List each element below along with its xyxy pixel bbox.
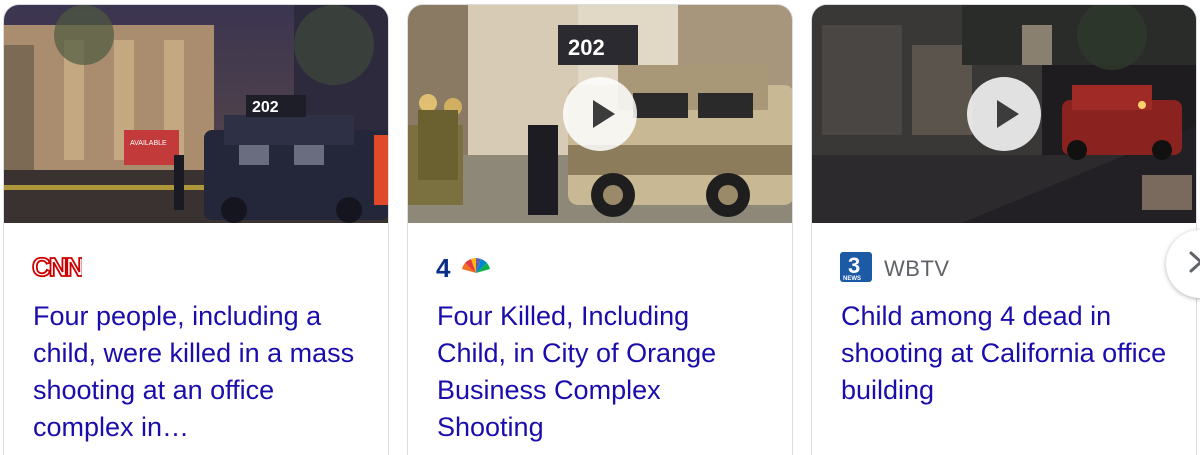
news-headline[interactable]: Four Killed, Including Child, in City of…	[437, 298, 764, 446]
news-card-wbtv[interactable]: 3 NEWS WBTV Child among 4 dead in shooti…	[811, 4, 1197, 455]
svg-text:CNN: CNN	[32, 254, 82, 280]
play-icon	[592, 100, 615, 128]
svg-text:NEWS: NEWS	[843, 276, 861, 282]
news-source: 4	[436, 253, 496, 286]
svg-text:3: 3	[848, 253, 860, 278]
news-headline[interactable]: Child among 4 dead in shooting at Califo…	[841, 298, 1168, 409]
news-thumbnail[interactable]: 202	[408, 5, 792, 223]
cnn-logo-icon: CNN	[31, 251, 86, 285]
play-icon	[996, 100, 1019, 128]
banner-text: AVAILABLE	[130, 140, 167, 147]
nbc4-logo-icon: 4	[436, 253, 496, 286]
news-card-nbc4[interactable]: 202 4 Four Killed, Including Child, in C…	[407, 4, 793, 455]
building-number: 202	[568, 35, 605, 60]
building-number: 202	[252, 99, 279, 116]
news-thumbnail[interactable]	[812, 5, 1196, 223]
news-thumbnail[interactable]: AVAILABLE 202	[4, 5, 388, 223]
news-card-cnn[interactable]: AVAILABLE 202 CNN Four people, including…	[3, 4, 389, 455]
play-button[interactable]	[563, 77, 637, 151]
wbtv-3-news-logo-icon: 3 NEWS	[840, 251, 872, 287]
play-button[interactable]	[967, 77, 1041, 151]
news-source: CNN	[31, 251, 86, 285]
source-name: WBTV	[884, 256, 950, 281]
news-carousel: AVAILABLE 202 CNN Four people, including…	[0, 0, 1200, 455]
svg-text:4: 4	[436, 253, 451, 281]
news-source: 3 NEWS WBTV	[840, 251, 950, 283]
news-headline[interactable]: Four people, including a child, were kil…	[33, 298, 360, 446]
chevron-right-icon	[1166, 250, 1200, 279]
